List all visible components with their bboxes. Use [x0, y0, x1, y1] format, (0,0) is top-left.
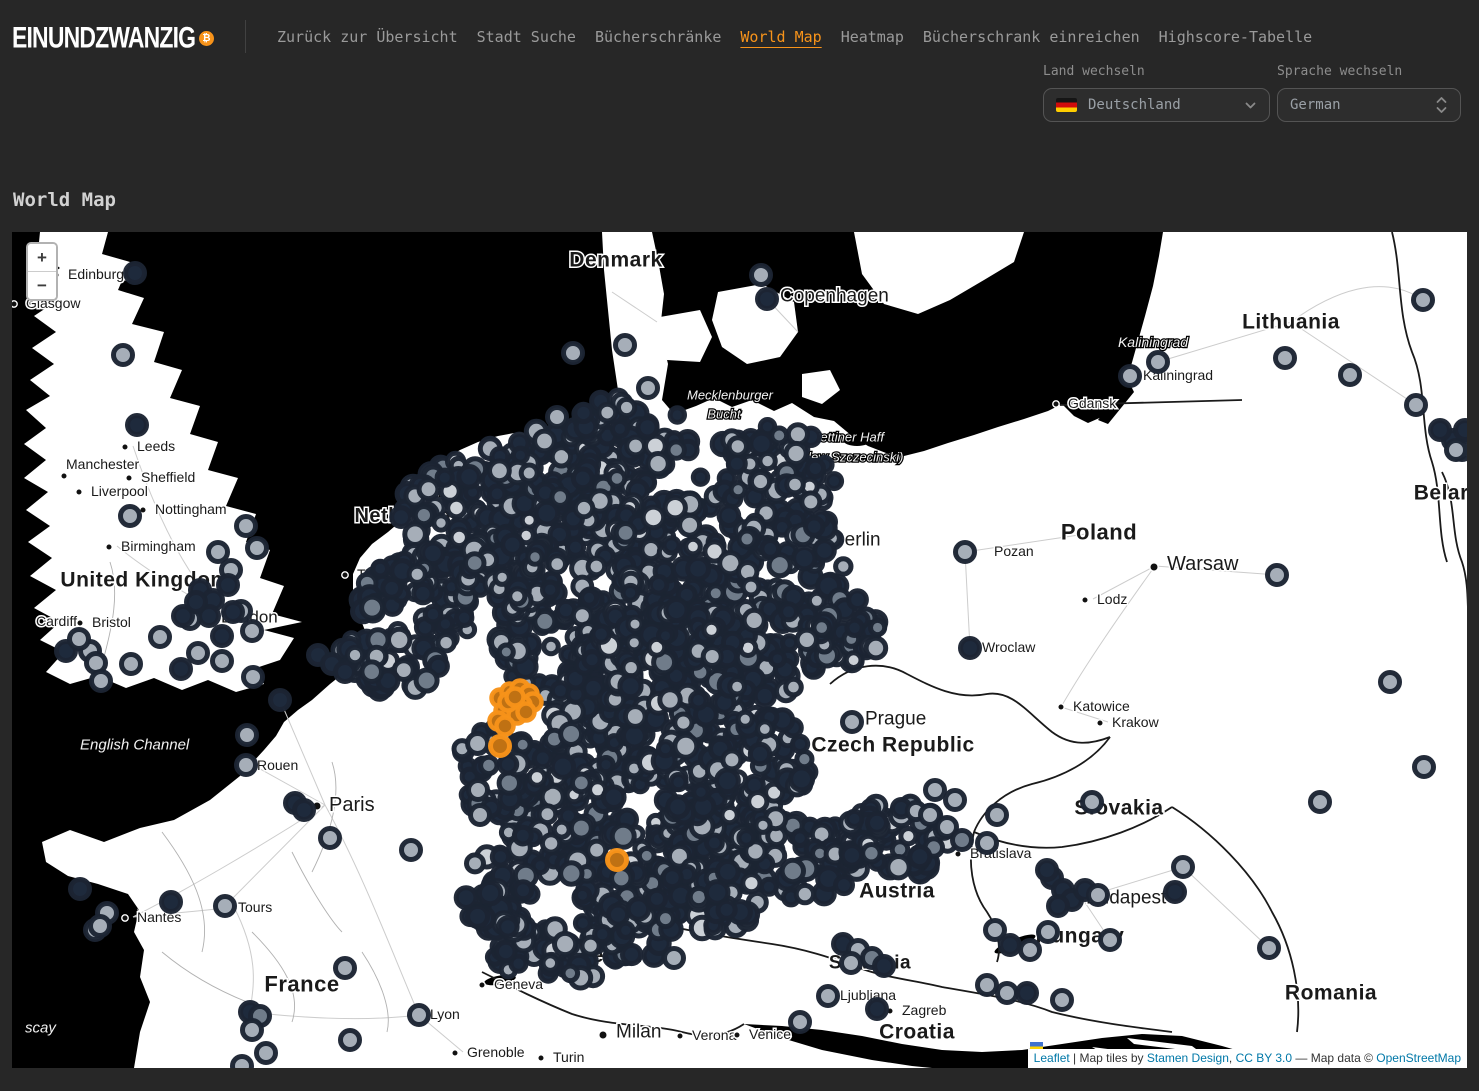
german-flag-icon: [1056, 98, 1077, 112]
svg-text:Wroclaw: Wroclaw: [982, 639, 1036, 655]
svg-text:scay: scay: [25, 1020, 57, 1037]
svg-text:Edinburgh: Edinburgh: [68, 266, 132, 282]
svg-text:Bristol: Bristol: [92, 614, 131, 630]
svg-text:Poland: Poland: [1061, 520, 1137, 545]
svg-text:Kaliningrad: Kaliningrad: [1118, 334, 1189, 350]
svg-text:Copenhagen: Copenhagen: [780, 286, 889, 307]
svg-text:Katowice: Katowice: [1073, 698, 1130, 714]
nav-item-buecherschraenke[interactable]: Bücherschränke: [595, 28, 721, 46]
svg-text:Gdansk: Gdansk: [1068, 395, 1117, 411]
attribution-text: | Map tiles by: [1070, 1051, 1147, 1065]
page-title: World Map: [13, 189, 116, 211]
map-attribution: Leaflet | Map tiles by Stamen Design, CC…: [1028, 1049, 1467, 1068]
nav-item-world-map[interactable]: World Map: [740, 28, 821, 46]
bitcoin-logo-icon: ₿: [199, 31, 214, 46]
svg-text:France: France: [264, 972, 339, 997]
leaflet-link[interactable]: Leaflet: [1034, 1051, 1070, 1065]
svg-text:Mecklenburger: Mecklenburger: [687, 388, 774, 403]
map-canvas[interactable]: English ChannelMecklenburgerBuchtStettin…: [12, 232, 1467, 1068]
svg-text:Liverpool: Liverpool: [91, 483, 148, 499]
chevron-up-down-icon: [1435, 95, 1448, 115]
country-select-value: Deutschland: [1088, 97, 1236, 113]
svg-text:Czech Republic: Czech Republic: [811, 734, 974, 757]
svg-text:Prague: Prague: [865, 709, 926, 730]
svg-text:Croatia: Croatia: [879, 1021, 955, 1044]
nav-item-stadt-suche[interactable]: Stadt Suche: [477, 28, 576, 46]
svg-text:Paris: Paris: [329, 794, 375, 816]
stamen-link[interactable]: Stamen Design: [1147, 1051, 1229, 1065]
svg-text:Milan: Milan: [616, 1022, 661, 1043]
svg-text:Krakow: Krakow: [1112, 714, 1160, 730]
svg-text:Lithuania: Lithuania: [1242, 311, 1340, 334]
svg-text:Cardiff: Cardiff: [36, 613, 77, 629]
svg-text:Zagreb: Zagreb: [902, 1002, 947, 1018]
svg-text:Romania: Romania: [1285, 982, 1377, 1005]
country-select[interactable]: Deutschland: [1043, 88, 1270, 122]
cc-by-link[interactable]: CC BY 3.0: [1236, 1051, 1292, 1065]
svg-text:Birmingham: Birmingham: [121, 538, 196, 554]
svg-text:Bucht: Bucht: [707, 407, 742, 422]
svg-text:Turin: Turin: [553, 1049, 584, 1065]
world-map[interactable]: English ChannelMecklenburgerBuchtStettin…: [12, 232, 1467, 1068]
svg-text:Nottingham: Nottingham: [155, 501, 227, 517]
osm-link[interactable]: OpenStreetMap: [1376, 1051, 1461, 1065]
language-select-value: German: [1290, 97, 1427, 113]
header-divider: [245, 20, 246, 53]
svg-text:Verona: Verona: [692, 1027, 737, 1043]
svg-text:Tours: Tours: [238, 899, 272, 915]
svg-text:Manchester: Manchester: [66, 456, 139, 472]
svg-text:Denmark: Denmark: [569, 249, 662, 272]
svg-text:Lyon: Lyon: [430, 1006, 460, 1022]
nav-item-heatmap[interactable]: Heatmap: [841, 28, 904, 46]
svg-text:English Channel: English Channel: [80, 737, 190, 754]
svg-text:Ljubljana: Ljubljana: [840, 987, 896, 1003]
svg-text:Grenoble: Grenoble: [467, 1044, 525, 1060]
zoom-out-button[interactable]: −: [28, 271, 56, 299]
svg-text:Rouen: Rouen: [257, 757, 298, 773]
einundzwanzig-logo: EINUNDZWANZIG: [12, 21, 195, 55]
svg-text:Pozan: Pozan: [994, 543, 1034, 559]
svg-text:Geneva: Geneva: [494, 976, 543, 992]
zoom-in-button[interactable]: +: [28, 244, 56, 271]
svg-text:Lodz: Lodz: [1097, 591, 1127, 607]
svg-text:Venice: Venice: [749, 1026, 791, 1042]
map-zoom-control: + −: [26, 242, 58, 301]
language-select[interactable]: German: [1277, 88, 1461, 122]
app-root: EINUNDZWANZIG ₿ Zurück zur Übersicht Sta…: [0, 0, 1479, 1091]
country-select-label: Land wechseln: [1043, 64, 1270, 79]
chevron-down-icon: [1244, 99, 1257, 112]
nav-item-einreichen[interactable]: Bücherschrank einreichen: [923, 28, 1140, 46]
nav-item-highscore[interactable]: Highscore-Tabelle: [1159, 28, 1313, 46]
svg-text:Warsaw: Warsaw: [1167, 553, 1239, 575]
svg-text:Leeds: Leeds: [137, 438, 175, 454]
main-nav: Zurück zur Übersicht Stadt Suche Büchers…: [277, 28, 1312, 46]
svg-text:Belarus: Belarus: [1414, 482, 1467, 505]
language-select-label: Sprache wechseln: [1277, 64, 1461, 79]
nav-item-zurueck[interactable]: Zurück zur Übersicht: [277, 28, 458, 46]
svg-text:Sheffield: Sheffield: [141, 469, 195, 485]
